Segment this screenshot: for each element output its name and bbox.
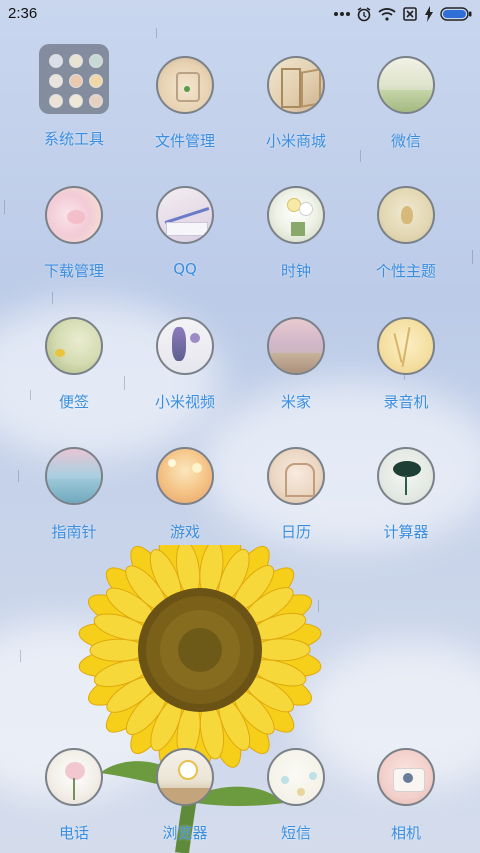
folder-app-thumb	[89, 54, 103, 68]
app-recorder[interactable]: 录音机	[356, 317, 456, 427]
status-bar: 2:36	[0, 0, 480, 28]
sunflower-petal	[253, 638, 311, 662]
app-label: 便签	[58, 393, 89, 411]
app-label: 微信	[390, 132, 421, 150]
dock-app-camera[interactable]: 相机	[356, 748, 456, 853]
camera-icon	[377, 748, 435, 806]
phone-icon	[45, 748, 103, 806]
app-label: 时钟	[280, 262, 311, 280]
folder-app-thumb	[69, 54, 83, 68]
app-mi-store[interactable]: 小米商城	[246, 56, 346, 166]
calculator-icon	[377, 447, 435, 505]
clock-icon	[267, 186, 325, 244]
app-label: 短信	[280, 824, 311, 842]
folder-app-thumb	[49, 74, 63, 88]
alarm-icon	[357, 7, 371, 22]
dock-app-browser[interactable]: 浏览器	[135, 748, 235, 853]
charging-icon	[425, 6, 433, 22]
rain-streak	[156, 28, 157, 38]
qq-icon	[156, 186, 214, 244]
app-notes[interactable]: 便签	[24, 317, 124, 427]
compass-icon	[45, 447, 103, 505]
rain-streak	[18, 470, 19, 482]
games-icon	[156, 447, 214, 505]
mi-home-icon	[267, 317, 325, 375]
more-dots-icon	[334, 12, 350, 16]
app-label: 相机	[390, 824, 421, 842]
dock-app-messages[interactable]: 短信	[246, 748, 346, 853]
folder-icon	[39, 44, 109, 114]
app-system-tools-folder[interactable]: 系统工具	[24, 44, 124, 160]
rain-streak	[472, 250, 473, 264]
app-calendar[interactable]: 日历	[246, 447, 346, 557]
app-qq[interactable]: QQ	[135, 186, 235, 296]
folder-app-thumb	[49, 54, 63, 68]
sunflower-petal	[89, 638, 147, 662]
app-label: 日历	[280, 523, 311, 541]
rain-streak	[124, 376, 125, 390]
status-time: 2:36	[8, 5, 38, 22]
app-calculator[interactable]: 计算器	[356, 447, 456, 557]
app-file-manager[interactable]: 文件管理	[135, 56, 235, 166]
app-compass[interactable]: 指南针	[24, 447, 124, 557]
app-label: 文件管理	[154, 132, 215, 150]
mi-store-icon	[267, 56, 325, 114]
app-label: 游戏	[169, 523, 200, 541]
folder-app-thumb	[69, 94, 83, 108]
app-wechat[interactable]: 微信	[356, 56, 456, 166]
app-label: 电话	[58, 824, 89, 842]
wechat-icon	[377, 56, 435, 114]
folder-app-thumb	[69, 74, 83, 88]
app-label: 系统工具	[43, 130, 104, 148]
notes-icon	[45, 317, 103, 375]
wifi-icon	[378, 8, 396, 21]
calendar-icon	[267, 447, 325, 505]
no-sim-icon	[403, 7, 417, 21]
folder-app-thumb	[49, 94, 63, 108]
app-themes[interactable]: 个性主题	[356, 186, 456, 296]
app-label: 计算器	[383, 523, 429, 541]
file-manager-icon	[156, 56, 214, 114]
folder-app-thumb	[89, 74, 103, 88]
messages-icon	[267, 748, 325, 806]
rain-streak	[20, 650, 21, 662]
app-label: 个性主题	[375, 262, 436, 280]
rain-streak	[4, 200, 5, 214]
status-icons	[334, 6, 472, 22]
home-screen: 2:36 系统工具 文件管理 小米商城 微信 下载管理 QQ 时钟 个性主题 便…	[0, 0, 480, 853]
battery-icon	[440, 7, 472, 21]
app-mi-home[interactable]: 米家	[246, 317, 346, 427]
app-label: 浏览器	[162, 824, 208, 842]
app-label: 米家	[280, 393, 311, 411]
app-download-manager[interactable]: 下载管理	[24, 186, 124, 296]
app-label: 小米商城	[265, 132, 326, 150]
dock-app-phone[interactable]: 电话	[24, 748, 124, 853]
download-manager-icon	[45, 186, 103, 244]
themes-icon	[377, 186, 435, 244]
app-label: QQ	[173, 260, 197, 278]
app-label: 下载管理	[43, 262, 104, 280]
browser-icon	[156, 748, 214, 806]
app-label: 指南针	[51, 523, 97, 541]
app-mi-video[interactable]: 小米视频	[135, 317, 235, 427]
folder-app-thumb	[89, 94, 103, 108]
app-label: 录音机	[383, 393, 429, 411]
app-clock[interactable]: 时钟	[246, 186, 346, 296]
recorder-icon	[377, 317, 435, 375]
mi-video-icon	[156, 317, 214, 375]
app-games[interactable]: 游戏	[135, 447, 235, 557]
app-label: 小米视频	[154, 393, 215, 411]
